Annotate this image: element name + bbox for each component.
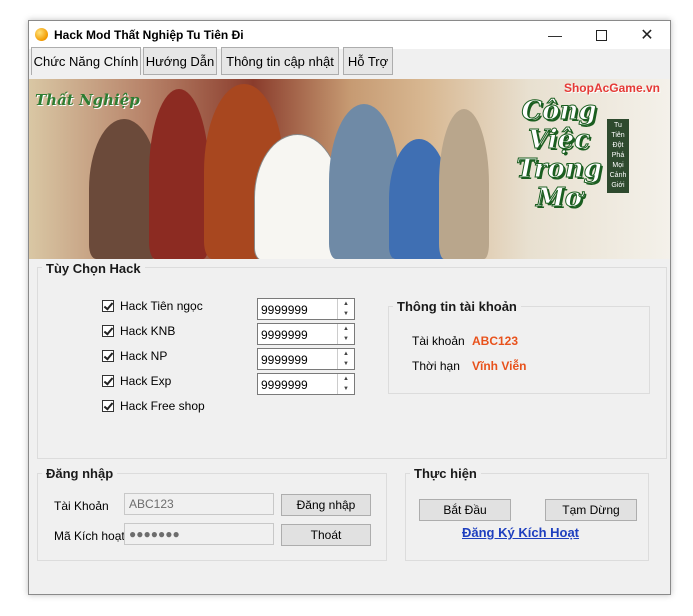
tab-bar: Chức Năng Chính Hướng Dẫn Thông tin cập … [29,47,670,75]
account-info-title: Thông tin tài khoản [393,299,521,314]
hack-value-stepper[interactable]: 9999999 ▲ ▼ [257,298,355,320]
banner-side-text: Tu Tiên Đột Phá Mọi Cảnh Giới [607,119,629,193]
register-activation-link[interactable]: Đăng Ký Kích Hoạt [462,525,579,540]
checkbox[interactable] [102,325,114,337]
hack-option-row[interactable]: Hack Free shop [102,398,205,414]
game-banner: Thất Nghiệp ShopAcGame.vn Công Việc Tron… [29,79,670,259]
minimize-button[interactable]: — [532,21,578,49]
spin-up-icon[interactable]: ▲ [338,299,354,309]
login-title: Đăng nhập [42,466,118,481]
spin-up-icon[interactable]: ▲ [338,349,354,359]
user-field[interactable]: ABC123 [124,493,274,515]
hack-option-row[interactable]: Hack NP [102,348,167,364]
duration-label: Thời hạn [412,359,460,373]
start-button[interactable]: Bắt Đầu [419,499,511,521]
stepper-value: 9999999 [261,328,308,342]
spin-down-icon[interactable]: ▼ [338,309,354,319]
user-label: Tài Khoản [54,499,109,513]
account-info-group: Thông tin tài khoản Tài khoản ABC123 Thờ… [388,299,650,394]
spin-up-icon[interactable]: ▲ [338,324,354,334]
tab-support[interactable]: Hỗ Trợ [343,47,393,75]
banner-figure [254,134,341,259]
spin-buttons[interactable]: ▲ ▼ [337,374,354,394]
hack-option-label: Hack NP [120,349,168,363]
spin-down-icon[interactable]: ▼ [338,334,354,344]
hack-option-label: Hack Tiên ngọc [120,299,203,313]
tab-update-info[interactable]: Thông tin cập nhật [221,47,339,75]
hack-option-label: Hack Free shop [120,399,205,413]
app-icon [35,28,48,41]
account-label: Tài khoản [412,334,465,348]
close-button[interactable]: ✕ [624,21,670,49]
maximize-icon [595,29,607,41]
checkbox[interactable] [102,400,114,412]
activation-code-label: Mã Kích hoạt [54,529,125,543]
spin-buttons[interactable]: ▲ ▼ [337,349,354,369]
hack-options-group: Tùy Chọn Hack Hack Tiên ngọc Hack KNB Ha… [37,261,667,459]
window-title: Hack Mod Thất Nghiệp Tu Tiên Đi [54,28,244,42]
game-logo: Thất Nghiệp [35,91,140,109]
stepper-value: 9999999 [261,378,308,392]
hack-value-stepper[interactable]: 9999999 ▲ ▼ [257,323,355,345]
checkbox[interactable] [102,350,114,362]
spin-buttons[interactable]: ▲ ▼ [337,324,354,344]
shop-logo: ShopAcGame.vn [563,81,660,95]
action-group: Thực hiện Bắt Đầu Tạm Dừng Đăng Ký Kích … [405,466,649,561]
hack-option-label: Hack Exp [120,374,172,388]
close-icon: ✕ [640,27,654,44]
action-title: Thực hiện [410,466,481,481]
hack-option-row[interactable]: Hack KNB [102,323,175,339]
duration-value: Vĩnh Viễn [472,359,527,373]
checkbox[interactable] [102,300,114,312]
title-bar[interactable]: Hack Mod Thất Nghiệp Tu Tiên Đi — ✕ [29,21,670,49]
tab-main-functions[interactable]: Chức Năng Chính [31,47,141,75]
account-value: ABC123 [472,334,519,348]
checkbox[interactable] [102,375,114,387]
app-window: Hack Mod Thất Nghiệp Tu Tiên Đi — ✕ Chức… [28,20,671,595]
activation-code-field[interactable]: ●●●●●●● [124,523,274,545]
exit-button[interactable]: Thoát [281,524,371,546]
login-button[interactable]: Đăng nhập [281,494,371,516]
tab-guide[interactable]: Hướng Dẫn [143,47,217,75]
hack-option-label: Hack KNB [120,324,176,338]
pause-button[interactable]: Tạm Dừng [545,499,637,521]
hack-option-row[interactable]: Hack Exp [102,373,171,389]
hack-value-stepper[interactable]: 9999999 ▲ ▼ [257,373,355,395]
spin-down-icon[interactable]: ▼ [338,384,354,394]
hack-options-title: Tùy Chọn Hack [42,261,145,276]
hack-option-row[interactable]: Hack Tiên ngọc [102,298,203,314]
spin-up-icon[interactable]: ▲ [338,374,354,384]
minimize-icon: — [548,27,562,43]
banner-figure [149,89,209,259]
maximize-button[interactable] [578,21,624,49]
hack-value-stepper[interactable]: 9999999 ▲ ▼ [257,348,355,370]
stepper-value: 9999999 [261,353,308,367]
banner-figure [439,109,489,259]
spin-buttons[interactable]: ▲ ▼ [337,299,354,319]
stepper-value: 9999999 [261,303,308,317]
spin-down-icon[interactable]: ▼ [338,359,354,369]
login-group: Đăng nhập Tài Khoản ABC123 Đăng nhập Mã … [37,466,387,561]
